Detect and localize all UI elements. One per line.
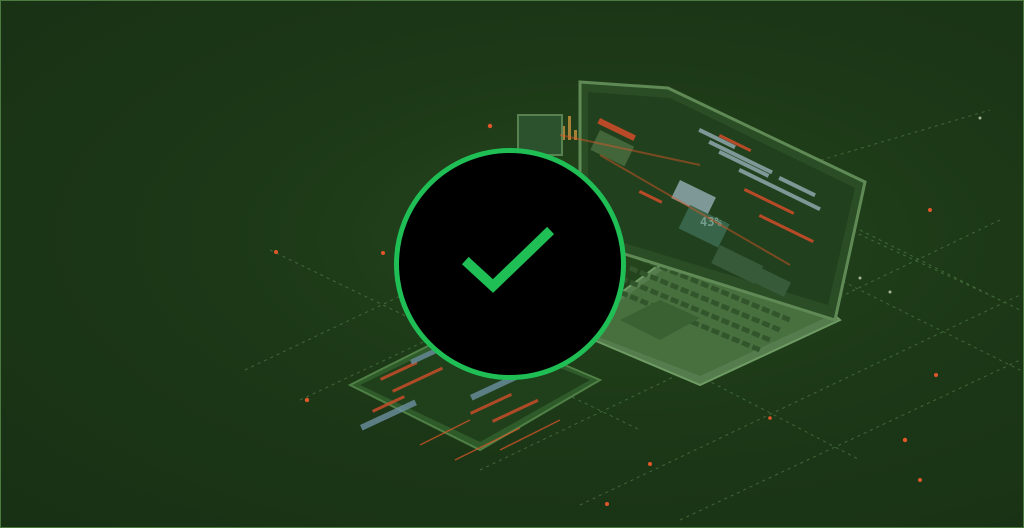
success-badge [394,148,626,380]
checkmark-icon [461,226,555,293]
hero-banner: 43% [0,0,1024,528]
screen-percentage: 43% [700,215,722,229]
